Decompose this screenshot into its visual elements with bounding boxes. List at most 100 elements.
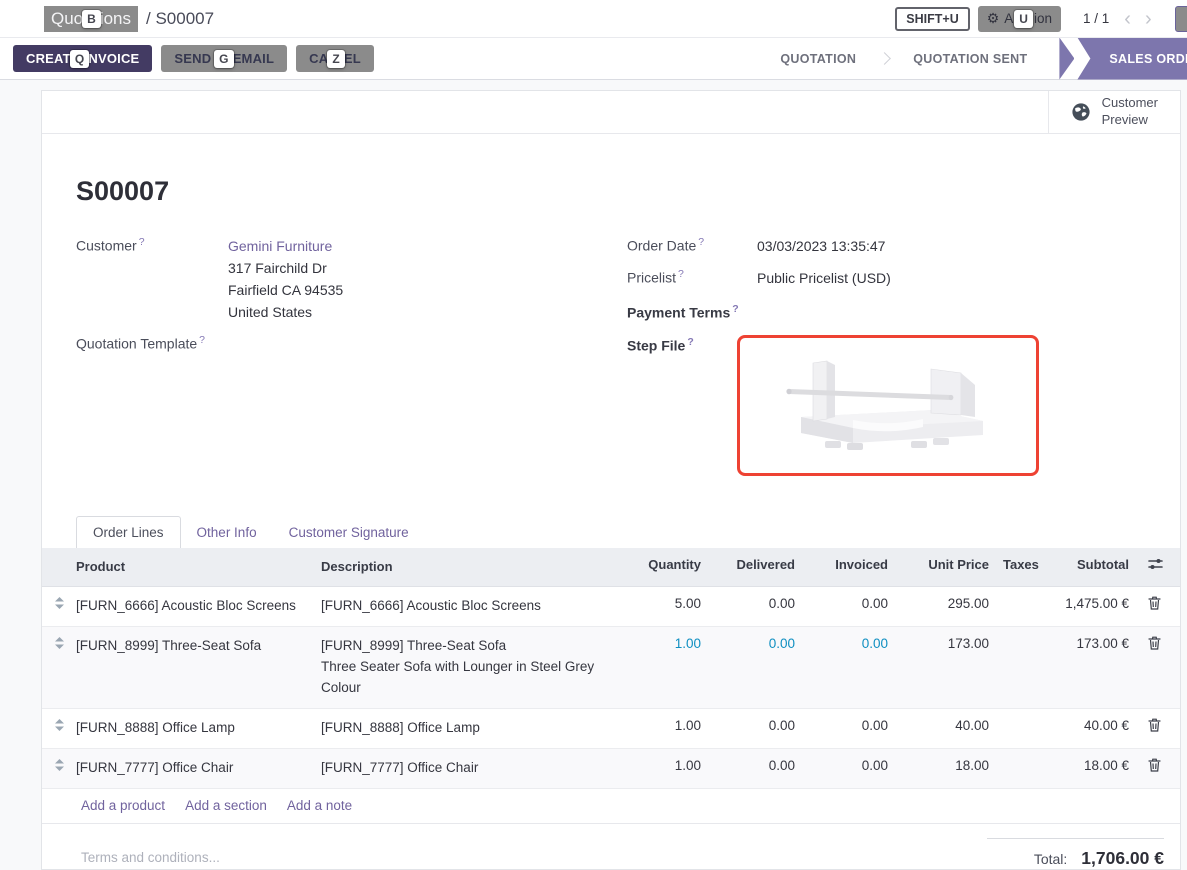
topbar-right-controls: SHIFT+U ⚙AUion 1 / 1 ‹ › C	[895, 6, 1187, 32]
cell-product[interactable]: [FURN_8999] Three-Seat Sofa	[76, 627, 311, 708]
drag-handle-icon[interactable]	[42, 709, 76, 748]
order-date-value[interactable]: 03/03/2023 13:35:47	[757, 235, 885, 257]
cell-description[interactable]: [FURN_6666] Acoustic Bloc Screens	[311, 587, 626, 626]
cell-quantity[interactable]: 1.00	[626, 709, 711, 748]
cell-invoiced[interactable]: 0.00	[805, 627, 898, 708]
customer-label: Customer?	[76, 235, 228, 254]
col-delivered[interactable]: Delivered	[711, 548, 805, 586]
col-product[interactable]: Product	[76, 548, 311, 586]
help-icon: ?	[199, 334, 205, 346]
customer-preview-button[interactable]: Customer Preview	[1048, 91, 1180, 133]
col-description[interactable]: Description	[311, 548, 626, 586]
cell-product[interactable]: [FURN_8888] Office Lamp	[76, 709, 311, 748]
cancel-post: EL	[344, 51, 361, 66]
add-a-product-link[interactable]: Add a product	[81, 798, 165, 813]
cell-unit-price[interactable]: 173.00	[898, 627, 999, 708]
action-menu-button[interactable]: ⚙AUion	[978, 6, 1061, 32]
keyhint-u: U	[1014, 10, 1033, 28]
step-file-preview[interactable]	[737, 335, 1039, 476]
cell-delivered[interactable]: 0.00	[711, 627, 805, 708]
cell-unit-price[interactable]: 295.00	[898, 587, 999, 626]
table-row[interactable]: [FURN_8888] Office Lamp [FURN_8888] Offi…	[42, 709, 1180, 749]
step-file-3d-model-image	[783, 355, 993, 455]
send-email-button[interactable]: SEND GEMAIL	[161, 45, 287, 72]
drag-handle-icon[interactable]	[42, 749, 76, 788]
breadcrumb-current: / S00007	[146, 9, 214, 29]
tab-order-lines[interactable]: Order Lines	[76, 516, 181, 548]
globe-icon	[1071, 102, 1091, 122]
help-icon: ?	[732, 303, 738, 315]
partial-close-button[interactable]: C	[1175, 6, 1187, 32]
customer-link[interactable]: Gemini Furniture	[228, 235, 343, 257]
col-invoiced[interactable]: Invoiced	[805, 548, 898, 586]
cancel-pre: CA	[309, 51, 328, 66]
drag-handle-icon[interactable]	[42, 627, 76, 708]
cell-quantity[interactable]: 1.00	[626, 749, 711, 788]
order-lines-table: Product Description Quantity Delivered I…	[42, 548, 1180, 824]
add-a-note-link[interactable]: Add a note	[287, 798, 352, 813]
cell-description[interactable]: [FURN_7777] Office Chair	[311, 749, 626, 788]
delete-row-icon[interactable]	[1139, 587, 1180, 626]
action-text-pre: A	[1004, 11, 1013, 26]
form-card: Customer Preview S00007 Customer? Gemini…	[41, 90, 1181, 870]
col-taxes[interactable]: Taxes	[999, 548, 1044, 586]
cell-unit-price[interactable]: 40.00	[898, 709, 999, 748]
send-email-pre: SEND	[174, 51, 211, 66]
table-add-links: Add a product Add a section Add a note	[42, 789, 1180, 824]
cell-delivered[interactable]: 0.00	[711, 749, 805, 788]
cell-delivered[interactable]: 0.00	[711, 587, 805, 626]
status-quotation-sent[interactable]: QUOTATION SENT	[891, 38, 1049, 80]
cell-description[interactable]: [FURN_8888] Office Lamp	[311, 709, 626, 748]
col-quantity[interactable]: Quantity	[626, 548, 711, 586]
keyhint-g: G	[214, 50, 234, 68]
col-subtotal[interactable]: Subtotal	[1044, 548, 1139, 586]
optional-columns-icon[interactable]	[1139, 548, 1180, 586]
cell-description[interactable]: [FURN_8999] Three-Seat Sofa Three Seater…	[311, 627, 626, 708]
cell-taxes[interactable]	[999, 587, 1044, 626]
customer-address-line3: United States	[228, 301, 343, 323]
keyhint-q: Q	[70, 50, 90, 68]
fields-right-column: Order Date? 03/03/2023 13:35:47 Pricelis…	[611, 235, 1146, 486]
pager-previous-icon[interactable]: ‹	[1124, 9, 1131, 29]
cell-delivered[interactable]: 0.00	[711, 709, 805, 748]
table-row[interactable]: [FURN_8999] Three-Seat Sofa [FURN_8999] …	[42, 627, 1180, 709]
cell-quantity[interactable]: 5.00	[626, 587, 711, 626]
create-invoice-button[interactable]: CREATQNVOICE	[13, 45, 152, 72]
cell-product[interactable]: [FURN_7777] Office Chair	[76, 749, 311, 788]
tab-customer-signature[interactable]: Customer Signature	[273, 517, 425, 548]
cell-quantity[interactable]: 1.00	[626, 627, 711, 708]
cell-invoiced[interactable]: 0.00	[805, 709, 898, 748]
add-a-section-link[interactable]: Add a section	[185, 798, 267, 813]
delete-row-icon[interactable]	[1139, 749, 1180, 788]
cell-taxes[interactable]	[999, 749, 1044, 788]
keyhint-b: B	[82, 10, 101, 28]
cell-taxes[interactable]	[999, 627, 1044, 708]
delete-row-icon[interactable]	[1139, 627, 1180, 708]
pager-next-icon[interactable]: ›	[1145, 9, 1152, 29]
cell-invoiced[interactable]: 0.00	[805, 587, 898, 626]
top-navigation-bar: QuoBions / S00007 SHIFT+U ⚙AUion 1 / 1 ‹…	[0, 0, 1187, 38]
delete-row-icon[interactable]	[1139, 709, 1180, 748]
drag-handle-icon[interactable]	[42, 587, 76, 626]
cell-taxes[interactable]	[999, 709, 1044, 748]
table-row[interactable]: [FURN_6666] Acoustic Bloc Screens [FURN_…	[42, 587, 1180, 627]
breadcrumb-quotations[interactable]: QuoBions	[44, 6, 138, 32]
tab-other-info[interactable]: Other Info	[181, 517, 273, 548]
status-quotation[interactable]: QUOTATION	[758, 38, 878, 80]
keyhint-shift-u: SHIFT+U	[895, 7, 969, 31]
status-sales-order[interactable]: SALES ORDER	[1077, 38, 1187, 80]
cancel-button[interactable]: CAZEL	[296, 45, 374, 72]
cell-product[interactable]: [FURN_6666] Acoustic Bloc Screens	[76, 587, 311, 626]
cell-subtotal: 40.00 €	[1044, 709, 1139, 748]
customer-address-line1: 317 Fairchild Dr	[228, 257, 343, 279]
col-unit-price[interactable]: Unit Price	[898, 548, 999, 586]
pricelist-value[interactable]: Public Pricelist (USD)	[757, 267, 891, 289]
status-separator-icon	[878, 52, 891, 65]
cell-invoiced[interactable]: 0.00	[805, 749, 898, 788]
cell-unit-price[interactable]: 18.00	[898, 749, 999, 788]
gear-icon: ⚙	[987, 10, 1000, 27]
table-row[interactable]: [FURN_7777] Office Chair [FURN_7777] Off…	[42, 749, 1180, 789]
cell-subtotal: 18.00 €	[1044, 749, 1139, 788]
terms-and-conditions-field[interactable]: Terms and conditions...	[81, 824, 220, 869]
quotation-template-label: Quotation Template?	[76, 333, 228, 352]
